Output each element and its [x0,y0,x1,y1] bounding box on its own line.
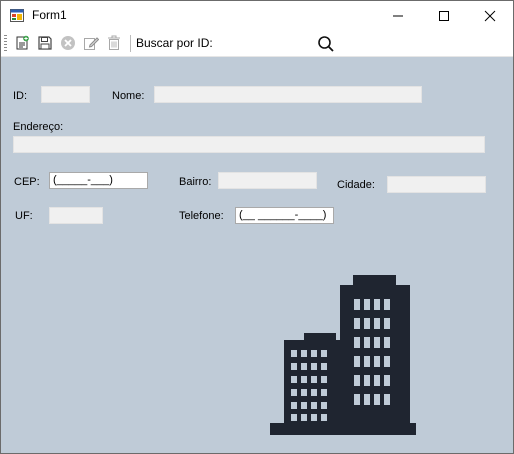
nome-field[interactable] [154,86,422,103]
bairro-label: Bairro: [179,176,212,188]
form-panel: ID: Nome: Endereço: CEP: (_____-___) Bai… [1,57,513,453]
save-button[interactable] [36,34,54,52]
toolbar-grip[interactable] [4,35,7,52]
cep-label: CEP: [14,176,40,188]
trash-icon [108,35,120,50]
edit-icon [84,37,99,50]
telefone-label: Telefone: [179,210,224,222]
trash-button[interactable] [105,34,123,52]
id-field[interactable] [41,86,90,103]
cidade-field[interactable] [387,176,486,193]
search-icon[interactable] [316,34,336,54]
app-icon [10,9,24,22]
new-button[interactable] [13,34,31,52]
minimize-button[interactable] [375,1,421,31]
toolbar: Buscar por ID: [1,31,513,57]
form1-window: Form1 Buscar por ID: ID: Nome: Endereço:… [0,0,514,454]
cancel-button[interactable] [59,34,77,52]
telefone-mask: (__ ______-____) [239,209,327,221]
cidade-label: Cidade: [337,179,375,191]
close-icon [484,10,496,22]
toolbar-separator [130,35,131,52]
maximize-icon [439,11,449,21]
delete-icon [61,36,75,50]
window-title: Form1 [32,8,67,22]
edit-button[interactable] [82,34,100,52]
nome-label: Nome: [112,90,145,102]
new-icon [16,35,29,50]
minimize-icon [393,15,403,17]
building-icon [270,275,416,435]
uf-field[interactable] [49,207,103,224]
endereco-label: Endereço: [13,121,64,133]
cep-field[interactable]: (_____-___) [49,172,148,189]
uf-label: UF: [15,210,33,222]
endereco-field[interactable] [13,136,485,153]
search-label: Buscar por ID: [136,36,213,50]
telefone-field[interactable]: (__ ______-____) [235,207,334,224]
save-icon [38,36,52,50]
close-button[interactable] [467,1,513,31]
cep-mask: (_____-___) [53,174,113,186]
title-bar: Form1 [1,1,513,31]
maximize-button[interactable] [421,1,467,31]
id-label: ID: [13,90,28,102]
bairro-field[interactable] [218,172,317,189]
